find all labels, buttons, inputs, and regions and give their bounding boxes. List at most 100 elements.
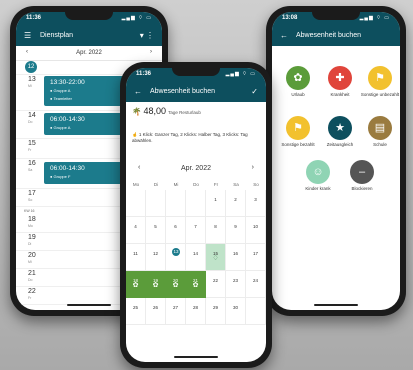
vacation-balance: 🌴 48,00 Tage Resturlaub [132,106,260,122]
day-number: 17 [28,190,36,197]
calendar-day-cell[interactable]: 14 [186,244,206,271]
absence-types-screen: 13:08 ▂▄▆ ⌔ ▭ ← Abwesenheit buchen ✿ Url… [272,12,400,310]
calendar-day-cell[interactable] [186,190,206,217]
calendar-day-number: 29 [212,305,218,310]
calendar-day-cell[interactable]: 29 [206,298,226,325]
next-month-icon[interactable]: › [150,49,152,55]
days-left-label: Tage Resturlaub [168,110,201,115]
calendar-day-number: 3 [254,197,257,202]
calendar-day-number: 25 [132,305,138,310]
back-arrow-icon[interactable]: ← [134,87,142,96]
weekday-label: Do [193,182,199,187]
calendar-day-cell[interactable]: 1 [206,190,226,217]
calendar-day-cell[interactable]: 12 [146,244,166,271]
calendar-day-cell[interactable]: 23 [226,271,246,298]
calendar-day-cell[interactable]: 13 [166,244,186,271]
shift-time: 06:00-14:30 [50,116,85,123]
calendar-day-cell[interactable]: 8 [206,217,226,244]
calendar-day-cell[interactable]: 25 [126,298,146,325]
phone-absence-calendar: 11:36 ▂▄▆ ⌔ ▭ ← Abwesenheit buchen ✓ 🌴 4… [120,62,272,368]
calendar-day-cell[interactable]: 19 ✿ [146,271,166,298]
calendar-day-cell[interactable]: 17 [246,244,266,271]
shift-role: ● Teamleiter [50,96,72,101]
next-month-icon[interactable]: › [252,164,254,171]
bandage-icon: ✚ [328,66,352,90]
calendar-day-cell[interactable]: 6 [166,217,186,244]
confirm-check-icon[interactable]: ✓ [251,87,258,96]
flag-icon: ⚑ [286,116,310,140]
vacation-palm-icon: ✿ [172,282,179,289]
page-title: Dienstplan [40,32,74,39]
calendar-day-cell[interactable]: 20 ✿ [166,271,186,298]
status-time: 13:08 [282,15,298,21]
phone-notch [65,12,113,20]
click-hint: ☝ 1 Klick: Ganzer Tag, 2 Klicks: Halber … [132,132,260,143]
day-number: 20 [28,252,36,259]
absence-zeitausgleich-button[interactable]: ★ Zeitausgleich [320,116,360,147]
absence-sonstige-unbezahlt-button[interactable]: ⚑ Sonstige unbezahlt [360,66,400,97]
calendar-month-navigator: ‹ Apr. 2022 › [126,162,266,176]
action-icons[interactable]: ▾ ⋮ [140,31,154,40]
status-time: 11:36 [26,15,42,21]
calendar-day-cell[interactable] [126,190,146,217]
absence-urlaub-button[interactable]: ✿ Urlaub [278,66,318,97]
calendar-day-cell[interactable]: 27 [166,298,186,325]
calendar-day-cell[interactable]: 3 [246,190,266,217]
absence-kinder-krank-button[interactable]: ☺ Kinder krank [298,160,338,191]
calendar-day-number: 22 [212,278,218,283]
back-arrow-icon[interactable]: ← [280,31,288,40]
status-icons: ▂▄▆ ⌔ ▭ [225,71,256,77]
month-label: Apr. 2022 [76,50,102,56]
page-title: Abwesenheit buchen [296,32,361,39]
calendar-day-number: 8 [214,224,217,229]
calendar-day-cell[interactable]: 16 [226,244,246,271]
day-weekday: Mo [28,224,33,228]
day-weekday: Do [28,120,33,124]
calendar-day-cell[interactable]: 11 [126,244,146,271]
calendar-day-cell[interactable]: 28 [186,298,206,325]
calendar-day-cell[interactable]: 26 [146,298,166,325]
calendar-day-number: 27 [172,305,178,310]
vacation-palm-icon: ✿ [132,282,139,289]
calendar-week-label: KW 16 [24,209,35,213]
child-icon: ☺ [306,160,330,184]
calendar-day-number: 26 [152,305,158,310]
calendar-day-cell[interactable]: 21 ✿ [186,271,206,298]
calendar-day-cell[interactable] [146,190,166,217]
calendar-day-cell[interactable]: 10 [246,217,266,244]
absence-sonstige-bezahlt-button[interactable]: ⚑ Sonstige bezahlt [278,116,318,147]
day-weekday: Fr [28,296,32,300]
calendar-day-cell[interactable]: 7 [186,217,206,244]
calendar-day-cell[interactable]: 5 [146,217,166,244]
calendar-day-number: 5 [154,224,157,229]
shift-group: ● Gruppe A [50,88,71,93]
calendar-day-cell[interactable]: 15 ♢ [206,244,226,271]
weekday-label: Mo [132,182,140,187]
day-weekday: Fr [28,148,32,152]
calendar-day-number: 7 [194,224,197,229]
phone-notch [172,68,220,76]
page-title: Abwesenheit buchen [150,88,215,95]
calendar-day-cell[interactable]: 22 [206,271,226,298]
calendar-day-cell[interactable] [166,190,186,217]
calendar-day-cell[interactable]: 24 [246,271,266,298]
day-number: 14 [28,112,36,119]
vacation-palm-icon: ✿ [192,282,199,289]
calendar-day-cell[interactable]: 4 [126,217,146,244]
absence-krankheit-button[interactable]: ✚ Krankheit [320,66,360,97]
absence-schule-button[interactable]: ▤ Schule [360,116,400,147]
shift-time: 13:30-22:00 [50,79,85,86]
calendar-day-cell[interactable] [246,298,266,325]
calendar-day-cell[interactable]: 2 [226,190,246,217]
clock-star-icon: ★ [328,116,352,140]
calendar-day-cell[interactable]: 30 [226,298,246,325]
day-number: 13 [28,76,36,83]
calendar-day-cell[interactable]: 9 [226,217,246,244]
shift-group: ● Gruppe F [50,174,71,179]
day-weekday: Do [28,278,33,282]
day-number: 22 [28,288,36,295]
calendar-day-number: 10 [252,224,258,229]
menu-icon[interactable]: ☰ [24,31,31,40]
absence-blockieren-button[interactable]: – Blockieren [342,160,382,191]
calendar-day-cell[interactable]: 18 ✿ [126,271,146,298]
